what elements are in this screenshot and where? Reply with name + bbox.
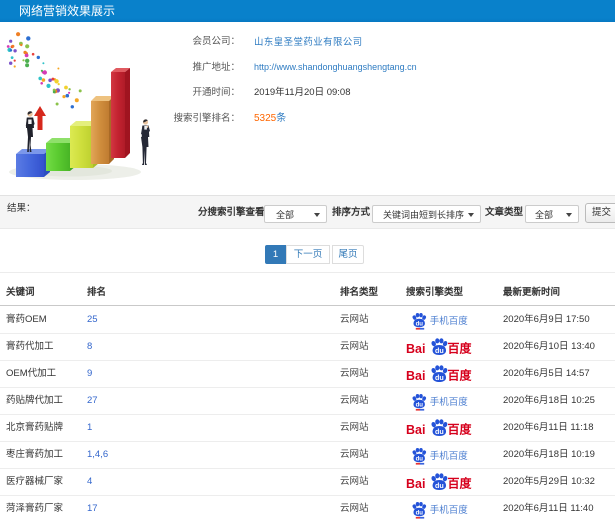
svg-text:百度: 百度 [448,341,473,356]
svg-text:手机百度: 手机百度 [430,396,469,408]
svg-text:手机百度: 手机百度 [430,315,469,327]
svg-text:Bai: Bai [406,342,425,356]
svg-text:百度: 百度 [448,422,473,437]
svg-text:手机百度: 手机百度 [430,504,469,516]
svg-text:Bai: Bai [406,369,425,383]
svg-text:du: du [435,347,444,355]
svg-text:Bai: Bai [406,423,425,437]
svg-text:du: du [416,456,424,463]
svg-text:手机百度: 手机百度 [430,450,469,462]
svg-text:百度: 百度 [448,476,473,491]
svg-text:百度: 百度 [448,368,473,383]
svg-text:du: du [416,510,424,517]
svg-text:du: du [435,482,444,490]
svg-text:du: du [416,321,424,328]
svg-text:du: du [435,374,444,382]
svg-text:Bai: Bai [406,477,425,491]
svg-text:du: du [435,428,444,436]
svg-text:du: du [416,402,424,409]
